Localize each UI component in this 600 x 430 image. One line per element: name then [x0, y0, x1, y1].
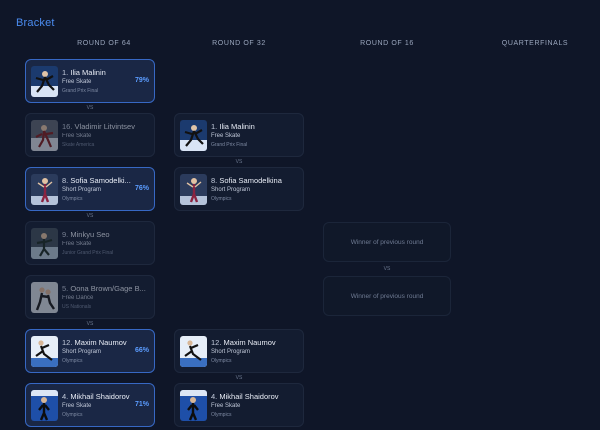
event-name: Free Dance [62, 295, 94, 301]
skater-photo [31, 228, 58, 259]
column-header-round-64: ROUND OF 64 [77, 40, 131, 47]
skater-name: 1. Ilia Malinin [211, 122, 255, 131]
column-header-round-16: ROUND OF 16 [360, 40, 414, 47]
match-card-r32-4[interactable]: 4. Mikhail Shaidorov Free Skate Olympics [174, 383, 304, 427]
competition-name: US Nationals [62, 304, 92, 310]
vs-label: VS [86, 105, 94, 111]
match-card-r32-3[interactable]: 12. Maxim Naumov Short Program Olympics [174, 329, 304, 373]
vs-label: VS [235, 159, 243, 165]
column-header-quarterfinals: QUARTERFINALS [501, 40, 569, 47]
skater-photo [31, 336, 58, 367]
match-card-r32-2[interactable]: 8. Sofia Samodelkina Short Program Olymp… [174, 167, 304, 211]
competition-name: Olympics [211, 412, 232, 418]
skater-name: 5. Oona Brown/Gage B... [62, 284, 146, 293]
skater-name: 8. Sofia Samodelkina [211, 176, 282, 185]
placeholder-winner-slot-2: Winner of previous round [323, 276, 451, 316]
skater-photo [180, 120, 207, 151]
skater-name: 12. Maxim Naumov [62, 338, 127, 347]
match-card-r64-5[interactable]: 5. Oona Brown/Gage B... Free Dance US Na… [25, 275, 155, 319]
bracket-title: Bracket [16, 17, 55, 29]
event-name: Free Skate [62, 79, 92, 85]
skater-photo [31, 282, 58, 313]
vs-label: VS [383, 266, 391, 272]
skater-name: 4. Mikhail Shaidorov [62, 392, 130, 401]
competition-name: Olympics [62, 196, 83, 202]
vote-percentage: 66% [134, 347, 149, 354]
placeholder-winner-slot-1: Winner of previous round [323, 222, 451, 262]
event-name: Free Skate [62, 241, 92, 247]
skater-photo [31, 120, 58, 151]
match-card-r64-7[interactable]: 4. Mikhail Shaidorov Free Skate Olympics… [25, 383, 155, 427]
match-card-r64-4[interactable]: 9. Minkyu Seo Free Skate Junior Grand Pr… [25, 221, 155, 265]
skater-name: 8. Sofia Samodelki... [62, 176, 131, 185]
competition-name: Skate America [62, 142, 95, 148]
match-card-r32-1[interactable]: 1. Ilia Malinin Free Skate Grand Prix Fi… [174, 113, 304, 157]
competition-name: Olympics [62, 358, 83, 364]
event-name: Free Skate [62, 133, 92, 139]
skater-photo [31, 174, 58, 205]
event-name: Free Skate [211, 403, 241, 409]
vs-label: VS [235, 375, 243, 381]
vote-percentage: 71% [134, 401, 149, 408]
match-card-r64-2[interactable]: 16. Vladimir Litvintsev Free Skate Skate… [25, 113, 155, 157]
event-name: Free Skate [211, 133, 241, 139]
event-name: Short Program [62, 187, 102, 193]
vote-percentage: 79% [134, 77, 149, 84]
skater-photo [180, 390, 207, 421]
event-name: Free Skate [62, 403, 92, 409]
competition-name: Olympics [62, 412, 83, 418]
skater-photo [31, 66, 58, 97]
skater-name: 4. Mikhail Shaidorov [211, 392, 279, 401]
skater-photo [31, 390, 58, 421]
skater-photo [180, 174, 207, 205]
skater-name: 16. Vladimir Litvintsev [62, 122, 135, 131]
competition-name: Grand Prix Final [62, 88, 99, 94]
event-name: Short Program [211, 187, 251, 193]
match-card-r64-6[interactable]: 12. Maxim Naumov Short Program Olympics … [25, 329, 155, 373]
vote-percentage: 76% [134, 185, 149, 192]
event-name: Short Program [211, 349, 251, 355]
vs-label: VS [86, 321, 94, 327]
skater-name: 9. Minkyu Seo [62, 230, 110, 239]
match-card-r64-3[interactable]: 8. Sofia Samodelki... Short Program Olym… [25, 167, 155, 211]
column-header-round-32: ROUND OF 32 [212, 40, 266, 47]
event-name: Short Program [62, 349, 102, 355]
vs-label: VS [86, 213, 94, 219]
match-card-r64-1[interactable]: 1. Ilia Malinin Free Skate Grand Prix Fi… [25, 59, 155, 103]
competition-name: Junior Grand Prix Final [62, 250, 114, 256]
skater-name: 1. Ilia Malinin [62, 68, 106, 77]
competition-name: Grand Prix Final [211, 142, 248, 148]
competition-name: Olympics [211, 196, 232, 202]
competition-name: Olympics [211, 358, 232, 364]
skater-name: 12. Maxim Naumov [211, 338, 276, 347]
skater-photo [180, 336, 207, 367]
